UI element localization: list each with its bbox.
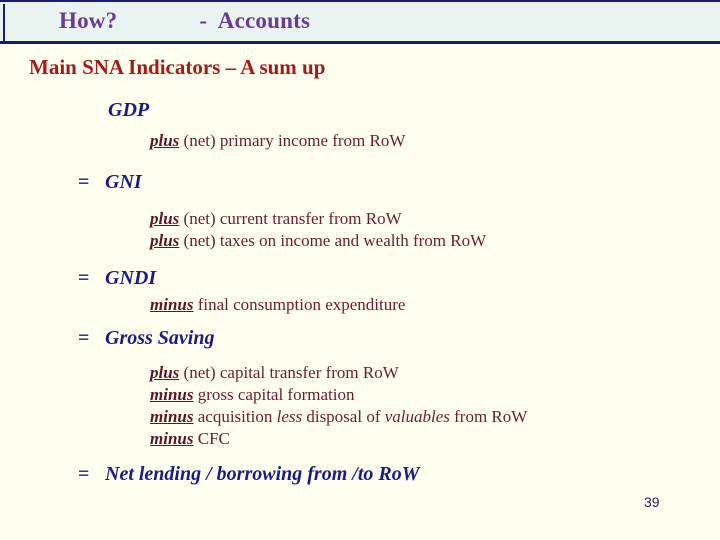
equation-term-gdp: GDP — [108, 99, 150, 121]
operator-minus: minus — [150, 429, 194, 448]
equation-total-gni: = GNI — [0, 172, 720, 198]
equation-total-gndi: = GNDI — [0, 268, 720, 294]
equation-total-gross-saving: = Gross Saving — [0, 328, 720, 354]
equation-operand-primary-income: plus (net) primary income from RoW — [0, 132, 720, 156]
aggregate-label: GNI — [105, 171, 142, 193]
operator-minus: minus — [150, 385, 194, 404]
operator-minus: minus — [150, 407, 194, 426]
operator-plus: plus — [150, 209, 180, 228]
operand-text: final consumption expenditure — [193, 295, 406, 314]
aggregate-label: Gross Saving — [105, 327, 215, 349]
operator-minus: minus — [150, 295, 194, 314]
operand-text: (net) primary income from RoW — [179, 131, 406, 150]
operand-emphasis-valuables: valuables — [384, 407, 450, 426]
equation-operand-taxes: plus (net) taxes on income and wealth fr… — [0, 232, 720, 256]
equals-sign: = — [78, 463, 90, 485]
operand-text: CFC — [193, 429, 230, 448]
header-title-row: How? - Accounts — [0, 0, 720, 41]
equals-sign: = — [78, 267, 90, 289]
equals-sign: = — [78, 327, 90, 349]
equation-operand-capital-transfer: plus (net) capital transfer from RoW — [0, 364, 720, 386]
equation-operand-final-consumption: minus final consumption expenditure — [0, 296, 720, 320]
operator-plus: plus — [150, 231, 180, 250]
operand-emphasis-less: less — [276, 407, 303, 426]
equation-operand-gross-capital-formation: minus gross capital formation — [0, 386, 720, 408]
equation-total-net-lending: = Net lending / borrowing from /to RoW — [0, 464, 720, 490]
operator-plus: plus — [150, 131, 180, 150]
aggregate-label: Net lending / borrowing from /to RoW — [105, 463, 420, 485]
operand-text: (net) current transfer from RoW — [179, 209, 402, 228]
operator-plus: plus — [150, 363, 180, 382]
slide-canvas: How? - Accounts Main SNA Indicators – A … — [0, 0, 720, 540]
operand-text: (net) capital transfer from RoW — [179, 363, 399, 382]
operand-text-a: acquisition — [193, 407, 277, 426]
equation-operand-current-transfer: plus (net) current transfer from RoW — [0, 210, 720, 232]
operand-text-b: disposal of — [302, 407, 385, 426]
aggregate-label: GNDI — [105, 267, 157, 289]
operand-text-c: from RoW — [449, 407, 528, 426]
equation-operand-valuables: minus acquisition less disposal of valua… — [0, 408, 720, 430]
sna-indicator-equation-block: GDP plus (net) primary income from RoW =… — [0, 100, 720, 490]
page-number: 39 — [644, 494, 660, 510]
header-title-question: How? — [59, 7, 118, 33]
equals-sign: = — [78, 171, 90, 193]
operand-text: gross capital formation — [193, 385, 355, 404]
equation-operand-cfc: minus CFC — [0, 430, 720, 454]
header-title-accounts: - Accounts — [199, 7, 311, 33]
page-title: Main SNA Indicators – A sum up — [29, 55, 326, 79]
operand-text: (net) taxes on income and wealth from Ro… — [179, 231, 487, 250]
